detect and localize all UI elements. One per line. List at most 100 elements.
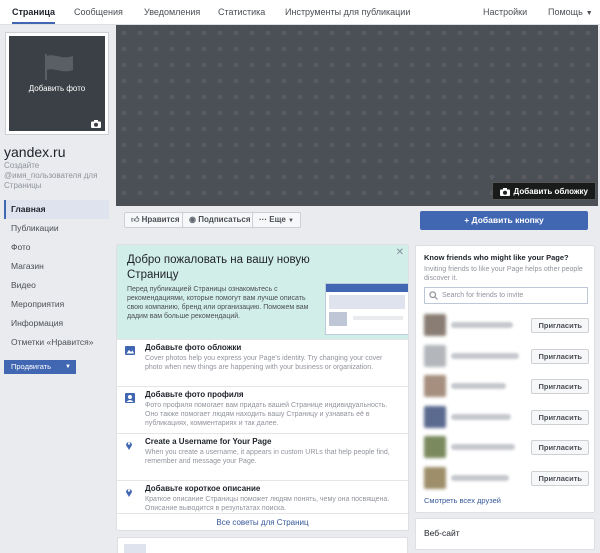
website-label: Веб-сайт: [424, 528, 460, 538]
like-button[interactable]: 👍︎ Нравится: [124, 212, 187, 228]
illustration-header: [326, 284, 408, 292]
setup-steps-list: Добавьте фото обложки Cover photos help …: [117, 339, 408, 527]
sidebar-item-about[interactable]: Информация: [4, 314, 109, 333]
list-item[interactable]: Create a Username for Your Page When you…: [117, 433, 408, 480]
thumbs-up-icon: 👍︎: [131, 215, 140, 224]
cover-photo-area: Добавить обложку: [116, 25, 598, 206]
website-card: Веб-сайт: [415, 518, 595, 550]
step-title: Create a Username for Your Page: [145, 437, 272, 446]
chevron-down-icon: ▼: [65, 364, 71, 370]
page-illustration: [325, 283, 408, 335]
top-navigation: Страница Сообщения Уведомления Статистик…: [0, 0, 600, 25]
friend-name[interactable]: [451, 413, 511, 420]
follow-button[interactable]: ◉ Подписаться: [182, 212, 258, 228]
sidebar-item-shop[interactable]: Магазин: [4, 257, 109, 276]
list-item[interactable]: Добавьте фото обложки Cover photos help …: [117, 339, 408, 386]
rss-icon: ◉: [189, 215, 196, 224]
add-cover-button[interactable]: Добавить обложку: [491, 182, 596, 200]
invite-title: Know friends who might like your Page?: [424, 253, 569, 262]
invite-button[interactable]: Пригласить: [531, 348, 589, 364]
profile-picture-placeholder: Добавить фото: [9, 36, 105, 131]
friend-name[interactable]: [451, 352, 519, 359]
sidebar-item-posts[interactable]: Публикации: [4, 219, 109, 238]
sidebar-item-likes[interactable]: Отметки «Нравится»: [4, 333, 109, 352]
invite-button[interactable]: Пригласить: [531, 318, 589, 333]
friend-name[interactable]: [451, 474, 509, 481]
avatar[interactable]: [424, 466, 446, 489]
search-icon: [429, 291, 438, 300]
avatar[interactable]: [424, 436, 446, 458]
more-button[interactable]: ··· Еще ▼: [252, 212, 301, 228]
friend-row: Пригласить: [424, 344, 589, 369]
invite-button[interactable]: Пригласить: [531, 379, 589, 394]
help-menu[interactable]: Помощь ▼: [548, 0, 593, 24]
step-title: Добавьте короткое описание: [145, 484, 261, 493]
more-label: Еще: [269, 215, 286, 224]
sidebar-item-home[interactable]: Главная: [4, 200, 109, 219]
invite-button[interactable]: Пригласить: [531, 470, 589, 486]
welcome-title: Добро пожаловать на вашу новую Страницу: [127, 254, 310, 281]
step-title: Добавьте фото обложки: [145, 343, 242, 352]
sidebar-item-videos[interactable]: Видео: [4, 276, 109, 295]
tab-messages[interactable]: Сообщения: [74, 0, 123, 24]
sidebar-item-events[interactable]: Мероприятия: [4, 295, 109, 314]
friend-row: Пригласить: [424, 375, 589, 399]
step-description: Краткое описание Страницы поможет людям …: [145, 496, 390, 512]
camera-icon[interactable]: [91, 120, 101, 128]
sidebar-item-photos[interactable]: Фото: [4, 238, 109, 257]
create-username-link[interactable]: Создайте @имя_пользователя для Страницы: [4, 161, 108, 191]
tab-publishing-tools[interactable]: Инструменты для публикации: [285, 0, 410, 24]
close-icon[interactable]: ✕: [396, 247, 404, 258]
invite-button[interactable]: Пригласить: [531, 440, 589, 455]
page-name[interactable]: yandex.ru: [4, 144, 65, 160]
invite-subtitle: Inviting friends to like your Page helps…: [424, 266, 583, 282]
help-label: Помощь: [548, 7, 583, 17]
add-button[interactable]: + Добавить кнопку: [420, 211, 588, 230]
add-button-label: Добавить кнопку: [471, 215, 544, 225]
step-description: When you create a username, it appears i…: [145, 449, 390, 465]
promote-label: Продвигать: [11, 362, 52, 371]
profile-photo-icon: [125, 393, 135, 403]
friend-name[interactable]: [451, 444, 515, 450]
friend-row: Пригласить: [424, 466, 589, 491]
list-item[interactable]: Добавьте фото профиля Фото профиля помог…: [117, 386, 408, 433]
invite-friends-card: Know friends who might like your Page? I…: [415, 245, 595, 513]
promote-button[interactable]: Продвигать ▼: [4, 360, 76, 374]
friend-row: Пригласить: [424, 314, 589, 338]
friend-row: Пригласить: [424, 405, 589, 430]
more-dots-icon: ···: [259, 215, 267, 224]
map-pin-icon: [126, 442, 132, 450]
step-description: Фото профиля помогает вам придать вашей …: [145, 402, 388, 427]
tab-page[interactable]: Страница: [12, 0, 56, 24]
chevron-down-icon: ▼: [585, 10, 593, 17]
composer-card: [117, 537, 408, 553]
illustration-avatar: [329, 312, 347, 326]
friend-search-input[interactable]: Search for friends to invite: [424, 287, 588, 304]
welcome-banner: Добро пожаловать на вашу новую Страницу …: [117, 245, 408, 339]
tab-settings[interactable]: Настройки: [483, 0, 527, 24]
chevron-down-icon: ▼: [288, 218, 294, 224]
invite-button[interactable]: Пригласить: [531, 409, 589, 425]
composer-avatar: [124, 544, 146, 553]
add-photo-label: Добавить фото: [28, 84, 86, 93]
friend-name[interactable]: [451, 322, 513, 328]
welcome-text: Перед публикацией Страницы ознакомьтесь …: [127, 286, 309, 320]
flag-icon: [45, 54, 73, 80]
tab-insights[interactable]: Статистика: [218, 0, 265, 24]
avatar[interactable]: [424, 375, 446, 397]
search-placeholder: Search for friends to invite: [442, 292, 524, 299]
avatar[interactable]: [424, 314, 446, 336]
map-pin-icon: [126, 489, 132, 497]
sidebar-nav: Главная Публикации Фото Магазин Видео Ме…: [4, 200, 109, 352]
friend-name[interactable]: [451, 383, 506, 389]
see-all-friends-link[interactable]: Смотреть всех друзей: [424, 496, 501, 505]
image-icon: [125, 346, 135, 355]
add-cover-label: Добавить обложку: [513, 187, 588, 196]
avatar[interactable]: [424, 405, 446, 428]
profile-picture[interactable]: Добавить фото: [5, 32, 109, 135]
friend-row: Пригласить: [424, 436, 589, 460]
illustration-cover: [329, 295, 405, 309]
tab-notifications[interactable]: Уведомления: [144, 0, 200, 24]
all-page-tips-link[interactable]: Все советы для Страниц: [117, 513, 408, 530]
avatar[interactable]: [424, 344, 446, 367]
